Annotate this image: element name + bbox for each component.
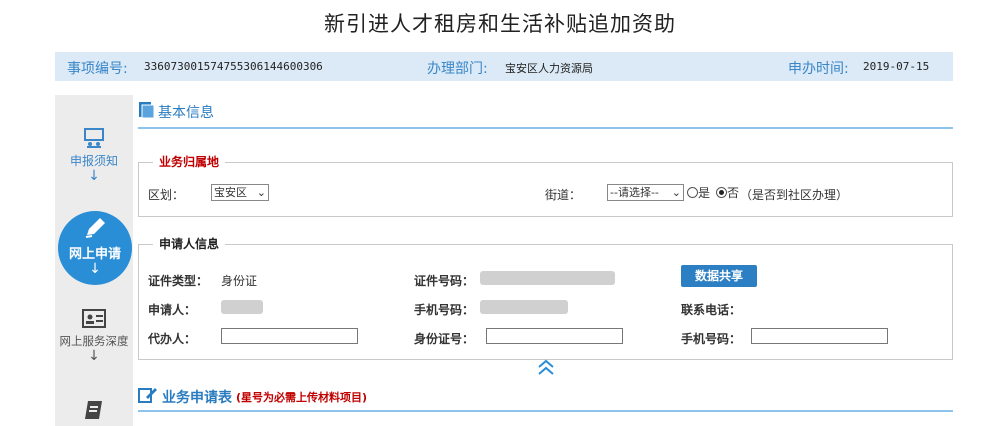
basic-info-title: 基本信息 — [158, 105, 214, 121]
item-no-label: 事项编号: — [67, 61, 128, 77]
street-label: 街道： — [545, 188, 582, 202]
radio-note: （是否到社区办理） — [740, 188, 849, 202]
sidebar-item-label: 网上服务深度 — [59, 334, 129, 348]
redacted-id-number — [480, 271, 615, 285]
sidebar-item-label: 申报须知 — [69, 154, 118, 168]
chevron-down-icon: ⌄ — [256, 186, 266, 199]
id-no-label: 证件号码： — [414, 274, 475, 288]
agent-mobile-label: 手机号码： — [681, 332, 742, 346]
agent-input[interactable] — [221, 328, 358, 344]
arrow-down-icon: ↓ — [88, 348, 100, 364]
agent-label: 代办人： — [148, 332, 197, 346]
id-type-value: 身份证 — [221, 274, 258, 288]
data-share-button[interactable]: 数据共享 — [681, 265, 757, 287]
arrow-down-icon: ↓ — [89, 261, 101, 277]
divider — [138, 127, 953, 129]
street-select[interactable]: --请选择-- ⌄ — [607, 184, 684, 201]
business-form-note: (星号为必需上传材料项目) — [236, 391, 368, 404]
divider — [138, 410, 953, 412]
sidebar-item-service-depth[interactable]: 网上服务深度 ↓ — [55, 308, 133, 363]
radio-no-label: 否 — [727, 186, 740, 200]
applicant-name-label: 申请人： — [148, 303, 197, 317]
contact-phone-label: 联系电话： — [681, 303, 742, 317]
agent-id-input[interactable] — [486, 328, 623, 344]
applicant-legend: 申请人信息 — [153, 235, 226, 252]
radio-circle-icon — [687, 187, 698, 198]
presentation-icon — [55, 127, 133, 152]
page-title: 新引进人才租房和生活补贴追加资助 — [324, 12, 676, 36]
radio-no[interactable]: 否 — [716, 184, 739, 201]
agent-mobile-input[interactable] — [751, 328, 888, 344]
time-label: 申办时间: — [788, 61, 849, 77]
sidebar: 申报须知 ↓ 网上申请 ↓ 网上服务深度 ↓ — [55, 95, 133, 426]
dept-label: 办理部门: — [427, 61, 488, 77]
radio-yes[interactable]: 是 — [687, 184, 710, 201]
scroll-icon — [55, 398, 133, 425]
street-select-value: --请选择-- — [610, 186, 659, 199]
redacted-applicant-name — [221, 300, 263, 314]
mobile-label: 手机号码： — [414, 303, 475, 317]
agent-id-label: 身份证号： — [414, 332, 475, 346]
item-no-value: 336073001574755306144600306 — [144, 60, 323, 73]
business-location-legend: 业务归属地 — [153, 153, 226, 170]
radio-yes-label: 是 — [698, 186, 711, 200]
pencil-icon — [58, 211, 132, 243]
id-card-icon — [55, 308, 133, 333]
redacted-mobile — [480, 300, 568, 314]
sidebar-item-more[interactable] — [55, 398, 133, 425]
sidebar-item-online-apply[interactable]: 网上申请 ↓ — [58, 211, 132, 285]
business-form-title: 业务申请表 — [162, 390, 232, 406]
collapse-chevron-up-icon[interactable] — [536, 358, 556, 380]
time-value: 2019-07-15 — [863, 60, 930, 73]
sidebar-item-label: 网上申请 — [68, 247, 121, 262]
sidebar-item-notice[interactable]: 申报须知 ↓ — [55, 127, 133, 183]
district-select-value: 宝安区 — [214, 186, 247, 199]
district-label: 区划： — [148, 188, 185, 202]
arrow-down-icon: ↓ — [88, 168, 100, 184]
radio-checked-icon — [716, 187, 727, 198]
district-select[interactable]: 宝安区 ⌄ — [211, 184, 269, 201]
info-bar: 事项编号: 336073001574755306144600306 办理部门: … — [55, 52, 953, 81]
id-type-label: 证件类型： — [148, 274, 209, 288]
dept-value: 宝安区人力资源局 — [505, 62, 593, 75]
document-icon — [138, 101, 156, 123]
edit-form-icon — [138, 386, 158, 408]
chevron-down-icon: ⌄ — [671, 186, 681, 199]
